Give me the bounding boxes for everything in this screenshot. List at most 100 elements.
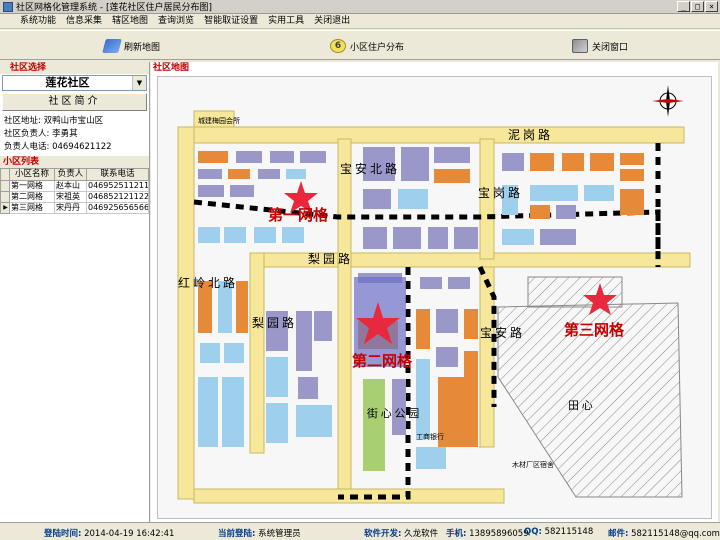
community-select-value: 莲花社区 — [45, 76, 90, 89]
community-select[interactable]: 莲花社区 ▼ — [2, 75, 147, 91]
row-indicator — [0, 180, 10, 192]
district-list-label: 小区列表 — [0, 156, 149, 168]
cell-person[interactable]: 宋祖英 — [54, 191, 87, 203]
menu-query[interactable]: 查询浏览 — [153, 14, 199, 29]
window-title-suffix: - [莲花社区住户居民分布图] — [97, 3, 213, 13]
mobile-value: 13895896059 — [469, 529, 529, 539]
cell-name[interactable]: 第一网格 — [9, 180, 55, 192]
street-park — [363, 379, 385, 471]
community-intro-button[interactable]: 社区简介 — [2, 93, 147, 111]
menu-system[interactable]: 系统功能 — [6, 14, 61, 29]
status-current-user: 当前登陆: 系统管理员 — [218, 527, 301, 539]
road-label-baogang: 宝 岗 路 — [478, 185, 520, 200]
road-label-nigang: 泥 岗 路 — [508, 127, 550, 142]
community-info: 社区地址: 双鸭山市宝山区 社区负责人: 李勇其 负责人电话: 04694621… — [0, 113, 149, 156]
status-mobile: 手机: 13895896059 — [446, 527, 529, 539]
cell-phone[interactable]: 046952511211 — [86, 180, 149, 192]
road-label-liyuan-v: 梨 园 路 — [252, 315, 294, 330]
cell-name[interactable]: 第三网格 — [9, 202, 55, 214]
map-panel: 社区地图 泥 岗 路 梨 园 路 宝 岗 路 红 岭 北 路 宝 安 北 路 梨… — [151, 62, 718, 522]
community-map[interactable]: 泥 岗 路 梨 园 路 宝 岗 路 红 岭 北 路 宝 安 北 路 梨 园 路 … — [157, 76, 712, 519]
menu-evidence-settings[interactable]: 智能取证设置 — [199, 14, 263, 29]
resident-distribution-label: 小区住户分布 — [350, 42, 405, 53]
col-header-person[interactable]: 负责人 — [54, 168, 87, 181]
menu-info-collect[interactable]: 信息采集 — [61, 14, 107, 29]
road-bottom — [193, 488, 505, 504]
cell-person[interactable]: 赵本山 — [54, 180, 87, 192]
close-window-tool-button[interactable]: 关闭窗口 — [572, 37, 628, 55]
grid-two-label: 第二网格 — [352, 352, 413, 370]
status-mail: 邮件: 582115148@qq.com — [608, 527, 720, 539]
table-row[interactable]: 第一网格 赵本山 046952511211 — [0, 180, 149, 192]
status-developer: 软件开发: 久龙软件 — [364, 527, 438, 539]
table-corner — [0, 168, 10, 181]
grid-one-label: 第一网格 — [268, 206, 329, 224]
current-user-value: 系统管理员 — [258, 529, 301, 539]
row-indicator — [0, 191, 10, 203]
app-icon — [3, 1, 13, 12]
building-label-top: 城建梅园会所 — [198, 116, 240, 125]
number-six-icon: 6 — [330, 39, 346, 53]
col-header-phone[interactable]: 联系电话 — [86, 168, 149, 181]
status-login-time: 登陆时间: 2014-04-19 16:42:41 — [44, 527, 174, 539]
road-label-baoan-lower: 宝 安 路 — [480, 325, 522, 340]
col-header-name[interactable]: 小区名称 — [9, 168, 55, 181]
road-nigang — [177, 126, 685, 144]
close-window-icon — [572, 39, 588, 53]
menu-area-map[interactable]: 辖区地图 — [107, 14, 153, 29]
community-address: 社区地址: 双鸭山市宝山区 — [4, 116, 104, 126]
mobile-label: 手机: — [446, 529, 467, 539]
status-qq: QQ: 582115148 — [524, 527, 593, 537]
minimize-button[interactable]: _ — [677, 1, 690, 12]
title-bar: 社区网格化管理系统 - [莲花社区住户居民分布图] _ □ × — [0, 0, 720, 14]
close-window-label: 关闭窗口 — [592, 42, 629, 53]
district-table: 小区名称 负责人 联系电话 第一网格 赵本山 046952511211 第二网格… — [0, 168, 149, 214]
road-baoan — [337, 138, 352, 500]
park-label: 街 心 公 园 — [367, 406, 419, 420]
login-time-value: 2014-04-19 16:42:41 — [84, 529, 175, 539]
mail-value: 582115148@qq.com — [631, 529, 720, 539]
resident-distribution-button[interactable]: 6 小区住户分布 — [330, 37, 404, 55]
road-label-liyuan: 梨 园 路 — [308, 251, 350, 266]
qq-label: QQ: — [524, 527, 542, 537]
road-label-hongling: 红 岭 北 路 — [178, 275, 235, 290]
dev-label: 软件开发: — [364, 529, 402, 539]
building-label-bottom: 木材厂区宿舍 — [512, 460, 554, 469]
cell-person[interactable]: 宋丹丹 — [54, 202, 87, 214]
road-liyuan-v — [249, 252, 265, 454]
cell-phone[interactable]: 0468521211221 — [86, 191, 149, 203]
building-label-east: 工商银行 — [416, 432, 444, 441]
window-title-prefix: 社区网格化管理系统 — [16, 3, 98, 13]
menu-bar: 系统功能 信息采集 辖区地图 查询浏览 智能取证设置 实用工具 关闭退出 — [0, 14, 720, 29]
refresh-map-button[interactable]: 刷新地图 — [102, 37, 161, 55]
field-label: 田 心 — [568, 399, 593, 412]
map-svg: 泥 岗 路 梨 园 路 宝 岗 路 红 岭 北 路 宝 安 北 路 梨 园 路 … — [158, 77, 711, 518]
maximize-button[interactable]: □ — [691, 1, 704, 12]
table-row[interactable]: ▶ 第三网格 宋丹丹 0469256565661 — [0, 202, 149, 214]
map-title: 社区地图 — [151, 62, 190, 74]
dropdown-arrow-icon[interactable]: ▼ — [132, 76, 146, 90]
road-hongling — [177, 126, 195, 500]
refresh-map-label: 刷新地图 — [124, 42, 161, 53]
menu-tools[interactable]: 实用工具 — [263, 14, 309, 29]
current-row-indicator: ▶ — [0, 202, 10, 214]
menu-exit[interactable]: 关闭退出 — [309, 14, 355, 29]
qq-value: 582115148 — [544, 527, 594, 537]
dev-value: 久龙软件 — [404, 529, 439, 539]
left-panel: 社区选择 莲花社区 ▼ 社区简介 社区地址: 双鸭山市宝山区 社区负责人: 李勇… — [0, 62, 150, 522]
status-bar: 登陆时间: 2014-04-19 16:42:41 当前登陆: 系统管理员 软件… — [0, 522, 720, 540]
toolbar: 刷新地图 6 小区住户分布 关闭窗口 — [0, 30, 720, 60]
grid-three-hatch-block — [527, 276, 623, 308]
close-window-button[interactable]: × — [705, 1, 718, 12]
community-select-label: 社区选择 — [0, 62, 149, 74]
manager-phone: 负责人电话: 04694621122 — [4, 142, 112, 152]
road-label-baoan: 宝 安 北 路 — [340, 161, 397, 176]
refresh-map-icon — [102, 39, 122, 53]
table-row[interactable]: 第二网格 宋祖英 0468521211221 — [0, 191, 149, 203]
mail-label: 邮件: — [608, 529, 629, 539]
community-manager: 社区负责人: 李勇其 — [4, 129, 78, 139]
grid-three-label: 第三网格 — [564, 321, 625, 339]
cell-name[interactable]: 第二网格 — [9, 191, 55, 203]
cell-phone[interactable]: 0469256565661 — [86, 202, 149, 214]
window-title: 社区网格化管理系统 - [莲花社区住户居民分布图] — [16, 0, 677, 13]
